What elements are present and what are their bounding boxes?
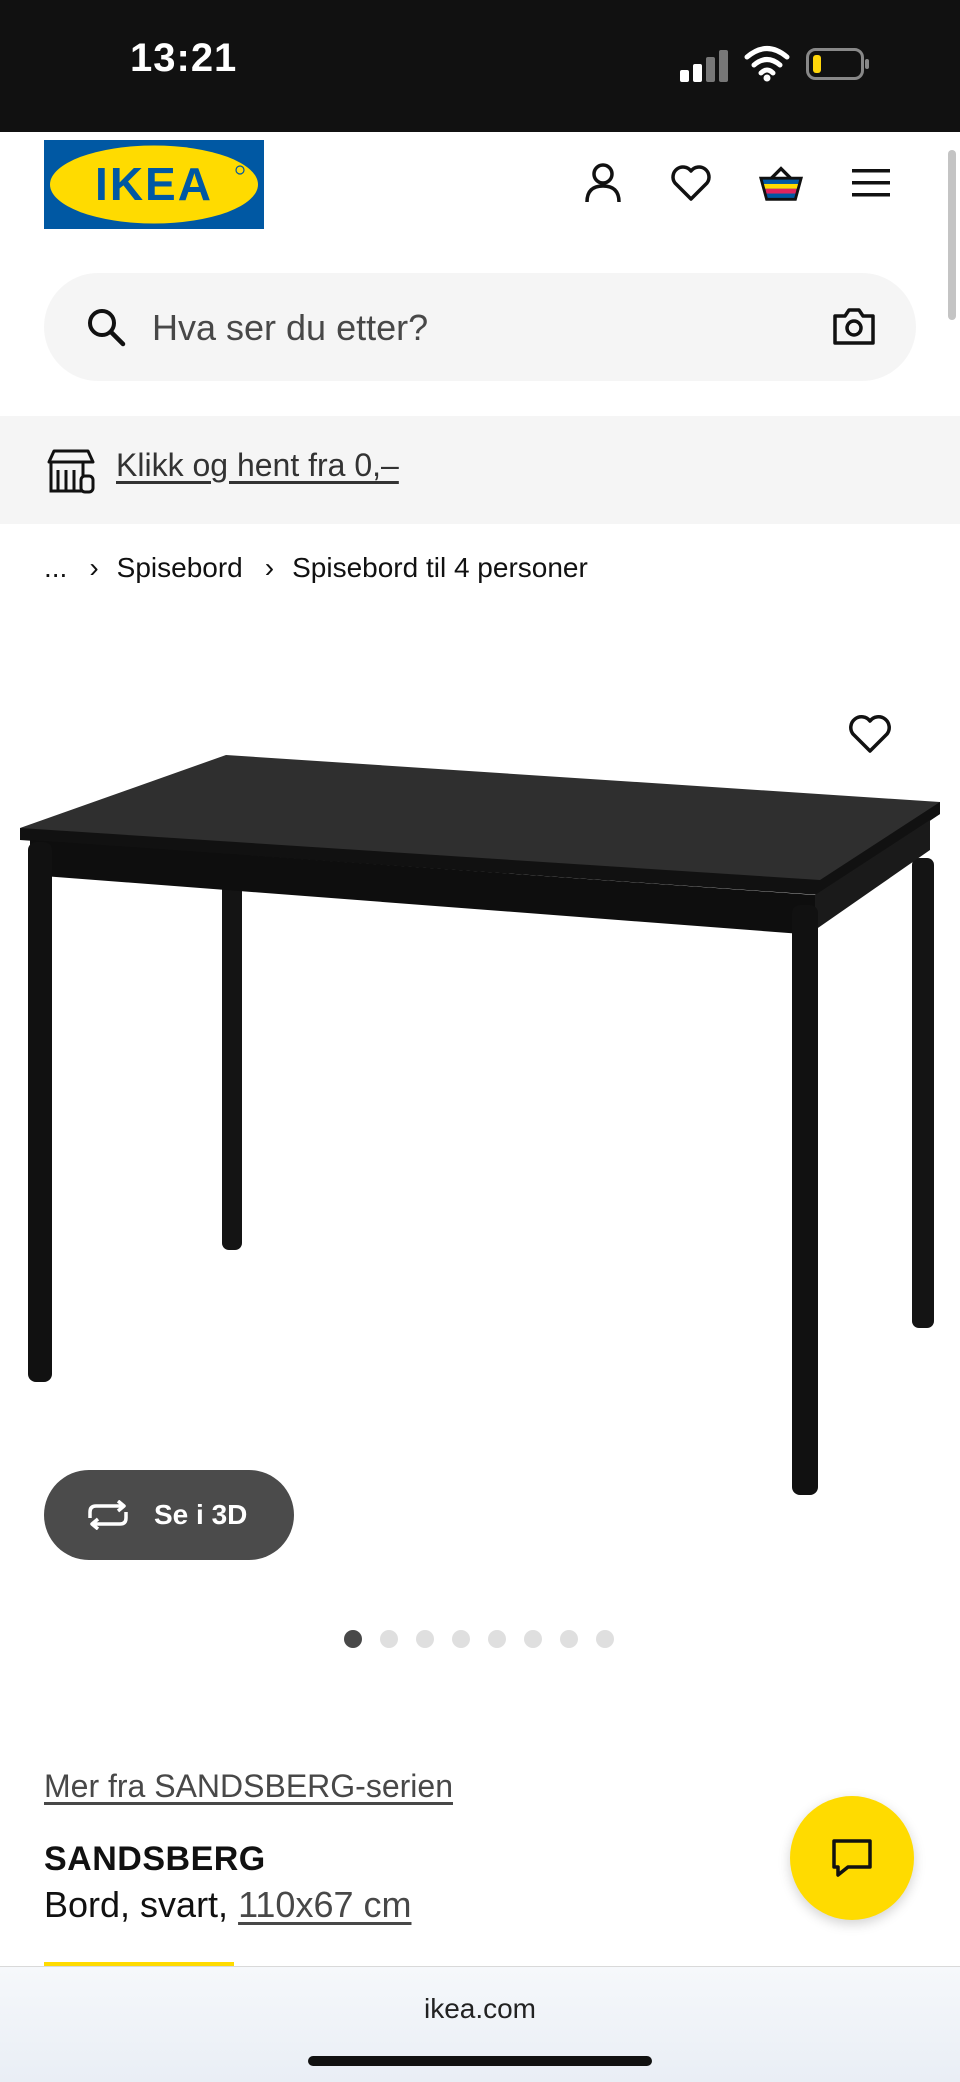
page-scrollbar[interactable] (948, 150, 956, 320)
search-icon[interactable] (86, 307, 126, 347)
url-text[interactable]: ikea.com (0, 1993, 960, 2025)
search-bar[interactable]: Hva ser du etter? (44, 273, 916, 381)
breadcrumb-ellipsis[interactable]: ... (44, 552, 67, 584)
product-description-text: Bord, svart, (44, 1884, 239, 1925)
gallery-dot[interactable] (488, 1630, 506, 1648)
account-icon[interactable] (580, 160, 626, 206)
cellular-signal-icon (680, 50, 730, 82)
gallery-dot[interactable] (344, 1630, 362, 1648)
store-pickup-icon (47, 449, 95, 494)
menu-icon[interactable] (848, 160, 894, 206)
add-to-favourites-heart-icon[interactable] (846, 710, 894, 758)
gallery-dot[interactable] (524, 1630, 542, 1648)
view-in-3d-button[interactable]: Se i 3D (44, 1470, 294, 1560)
gallery-dot[interactable] (380, 1630, 398, 1648)
browser-address-bar[interactable]: ikea.com (0, 1966, 960, 2082)
product-description: Bord, svart, 110x67 cm (44, 1884, 412, 1926)
click-collect-link[interactable]: Klikk og hent fra 0,– (116, 447, 399, 484)
gallery-dot[interactable] (416, 1630, 434, 1648)
chevron-right-icon: › (264, 552, 275, 583)
heart-icon[interactable] (668, 160, 714, 206)
gallery-dot[interactable] (596, 1630, 614, 1648)
gallery-pagination (344, 1630, 614, 1648)
chat-button[interactable] (790, 1796, 914, 1920)
camera-icon[interactable] (832, 306, 876, 346)
logo-text: IKEA (95, 158, 213, 210)
breadcrumb-item-spisebord[interactable]: Spisebord (117, 552, 243, 584)
rotate-3d-icon (88, 1500, 128, 1530)
promo-banner: Klikk og hent fra 0,– (0, 416, 960, 524)
breadcrumb: ... › Spisebord › Spisebord til 4 person… (44, 552, 588, 584)
chat-bubble-icon (832, 1839, 872, 1877)
home-indicator[interactable] (308, 2056, 652, 2066)
view-in-3d-label: Se i 3D (154, 1499, 248, 1530)
product-image[interactable] (0, 690, 960, 1520)
product-name: SANDSBERG (44, 1840, 266, 1878)
gallery-dot[interactable] (560, 1630, 578, 1648)
chevron-right-icon: › (89, 552, 99, 583)
status-bar: 13:21 (0, 0, 960, 132)
ikea-logo[interactable]: IKEA (44, 140, 264, 229)
battery-icon (806, 48, 869, 80)
gallery-dot[interactable] (452, 1630, 470, 1648)
breadcrumb-item-current[interactable]: Spisebord til 4 personer (292, 552, 588, 584)
status-time: 13:21 (130, 36, 238, 80)
product-size-link[interactable]: 110x67 cm (238, 1884, 411, 1925)
cart-icon[interactable] (758, 160, 804, 206)
series-link[interactable]: Mer fra SANDSBERG-serien (44, 1768, 453, 1805)
search-input[interactable]: Hva ser du etter? (152, 307, 428, 349)
wifi-icon (744, 46, 790, 82)
